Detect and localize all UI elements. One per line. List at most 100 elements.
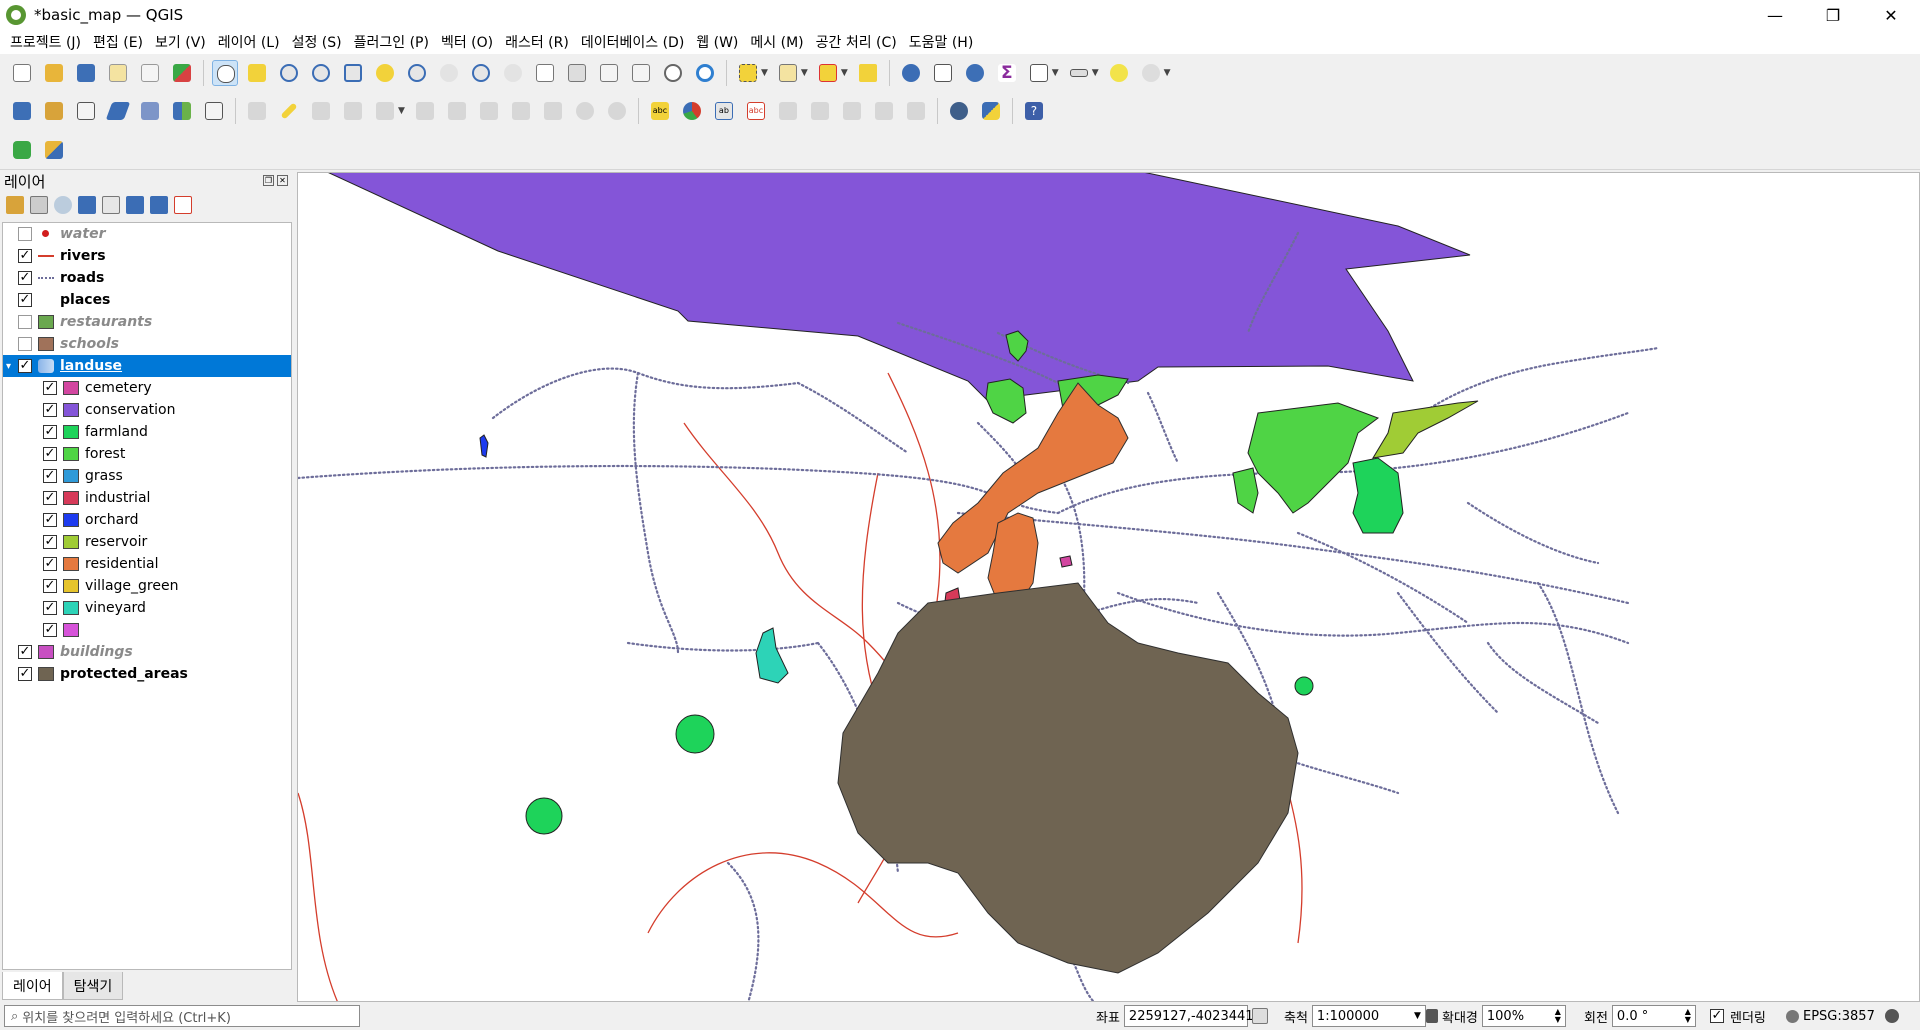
- class-row-grass[interactable]: ✓ grass: [3, 465, 291, 487]
- messages-icon[interactable]: [1884, 1009, 1899, 1023]
- paste-features-icon[interactable]: [540, 98, 566, 124]
- collapse-all-icon[interactable]: [150, 196, 168, 214]
- save-layer-edits-icon[interactable]: [308, 98, 334, 124]
- move-label-icon[interactable]: [775, 98, 801, 124]
- menu-settings[interactable]: 설정 (S): [286, 32, 348, 52]
- menu-view[interactable]: 보기 (V): [149, 32, 212, 52]
- class-row-other[interactable]: ✓: [3, 619, 291, 641]
- menu-edit[interactable]: 편집 (E): [87, 32, 149, 52]
- lock-scale-icon[interactable]: [1426, 1009, 1438, 1023]
- refresh-icon[interactable]: [692, 60, 718, 86]
- zoom-last-icon[interactable]: [468, 60, 494, 86]
- collapse-arrow-icon[interactable]: ▾: [6, 361, 18, 372]
- layer-row-water[interactable]: water: [3, 223, 291, 245]
- layer-checkbox-roads[interactable]: ✓: [18, 271, 32, 285]
- map-svg[interactable]: [298, 173, 1920, 1002]
- menu-project[interactable]: 프로젝트 (J): [4, 32, 87, 52]
- class-row-village-green[interactable]: ✓ village_green: [3, 575, 291, 597]
- expand-all-icon[interactable]: [126, 196, 144, 214]
- data-source-manager-icon[interactable]: [9, 98, 35, 124]
- new-3d-map-view-icon[interactable]: [564, 60, 590, 86]
- filter-legend-icon[interactable]: [78, 196, 96, 214]
- identify-features-icon[interactable]: [898, 60, 924, 86]
- layer-row-landuse[interactable]: ▾ ✓ landuse: [3, 355, 291, 377]
- zoom-out-icon[interactable]: [308, 60, 334, 86]
- cut-features-icon[interactable]: [476, 98, 502, 124]
- class-row-residential[interactable]: ✓ residential: [3, 553, 291, 575]
- zoom-to-layer-icon[interactable]: [404, 60, 430, 86]
- menu-vector[interactable]: 벡터 (O): [435, 32, 499, 52]
- map-canvas[interactable]: [297, 172, 1920, 1002]
- copy-features-icon[interactable]: [508, 98, 534, 124]
- minimize-button[interactable]: —: [1746, 0, 1804, 30]
- attribute-table-icon[interactable]: [930, 60, 956, 86]
- tab-layers[interactable]: 레이어: [2, 972, 63, 1000]
- menu-plugins[interactable]: 플러그인 (P): [348, 32, 435, 52]
- add-raster-layer-icon[interactable]: [169, 98, 195, 124]
- quickmapservices-search-icon[interactable]: [9, 137, 35, 163]
- layer-checkbox-schools[interactable]: [18, 337, 32, 351]
- class-row-conservation[interactable]: ✓ conservation: [3, 399, 291, 421]
- layer-checkbox-protected-areas[interactable]: ✓: [18, 667, 32, 681]
- class-row-farmland[interactable]: ✓ farmland: [3, 421, 291, 443]
- diagram-tool-icon[interactable]: [679, 98, 705, 124]
- pan-to-selection-icon[interactable]: [244, 60, 270, 86]
- manage-visibility-icon[interactable]: [54, 196, 72, 214]
- show-hide-labels-icon[interactable]: [871, 98, 897, 124]
- change-label-icon[interactable]: [839, 98, 865, 124]
- class-row-cemetery[interactable]: ✓ cemetery: [3, 377, 291, 399]
- class-row-orchard[interactable]: ✓ orchard: [3, 509, 291, 531]
- toggle-editing-icon[interactable]: [276, 98, 302, 124]
- georeferencer-icon[interactable]: [41, 137, 67, 163]
- delete-selected-icon[interactable]: [444, 98, 470, 124]
- zoom-in-icon[interactable]: [276, 60, 302, 86]
- layer-checkbox-rivers[interactable]: ✓: [18, 249, 32, 263]
- new-print-layout-icon[interactable]: [105, 60, 131, 86]
- deselect-features-icon[interactable]: [815, 60, 841, 86]
- rotate-label-icon[interactable]: [807, 98, 833, 124]
- add-group-icon[interactable]: [30, 196, 48, 214]
- show-bookmarks-icon[interactable]: [628, 60, 654, 86]
- class-row-industrial[interactable]: ✓ industrial: [3, 487, 291, 509]
- save-project-icon[interactable]: [73, 60, 99, 86]
- layout-manager-icon[interactable]: [137, 60, 163, 86]
- layer-checkbox-water[interactable]: [18, 227, 32, 241]
- open-project-icon[interactable]: [41, 60, 67, 86]
- restore-button[interactable]: ❐: [1804, 0, 1862, 30]
- add-delimited-text-icon[interactable]: [105, 98, 131, 124]
- add-wms-layer-icon[interactable]: [201, 98, 227, 124]
- menu-raster[interactable]: 래스터 (R): [499, 32, 575, 52]
- close-panel-icon[interactable]: ✕: [277, 175, 288, 186]
- redo-icon[interactable]: [604, 98, 630, 124]
- menu-processing[interactable]: 공간 처리 (C): [810, 32, 903, 52]
- layer-row-rivers[interactable]: ✓ rivers: [3, 245, 291, 267]
- temporal-controller-icon[interactable]: [660, 60, 686, 86]
- tab-browser[interactable]: 탐색기: [62, 972, 124, 1000]
- locate-icon[interactable]: [1138, 60, 1164, 86]
- remove-layer-icon[interactable]: [174, 196, 192, 214]
- attribute-select-icon[interactable]: [775, 60, 801, 86]
- select-features-icon[interactable]: [735, 60, 761, 86]
- toggle-extents-icon[interactable]: [1251, 1008, 1268, 1024]
- magnifier-spinbox[interactable]: 100% ▲ ▼: [1481, 1005, 1566, 1027]
- new-geopackage-layer-icon[interactable]: [41, 98, 67, 124]
- close-button[interactable]: ✕: [1862, 0, 1920, 30]
- render-checkbox[interactable]: ✓: [1710, 1009, 1724, 1023]
- undo-icon[interactable]: [572, 98, 598, 124]
- add-feature-icon[interactable]: [340, 98, 366, 124]
- modify-attributes-icon[interactable]: [412, 98, 438, 124]
- menu-help[interactable]: 도움말 (H): [903, 32, 980, 52]
- style-manager-icon[interactable]: [169, 60, 195, 86]
- layer-checkbox-buildings[interactable]: ✓: [18, 645, 32, 659]
- scale-combobox[interactable]: 1:100000 ▼: [1311, 1005, 1426, 1027]
- layer-row-protected-areas[interactable]: ✓ protected_areas: [3, 663, 291, 685]
- zoom-native-icon[interactable]: [436, 60, 462, 86]
- menu-mesh[interactable]: 메시 (M): [744, 32, 809, 52]
- crs-button[interactable]: EPSG:3857: [1803, 1009, 1875, 1024]
- plugin-globe-icon[interactable]: [946, 98, 972, 124]
- new-project-icon[interactable]: [9, 60, 35, 86]
- label-tool-icon[interactable]: abc: [647, 98, 673, 124]
- toolbox-icon[interactable]: [962, 60, 988, 86]
- add-virtual-layer-icon[interactable]: [137, 98, 163, 124]
- help-icon[interactable]: ?: [1021, 98, 1047, 124]
